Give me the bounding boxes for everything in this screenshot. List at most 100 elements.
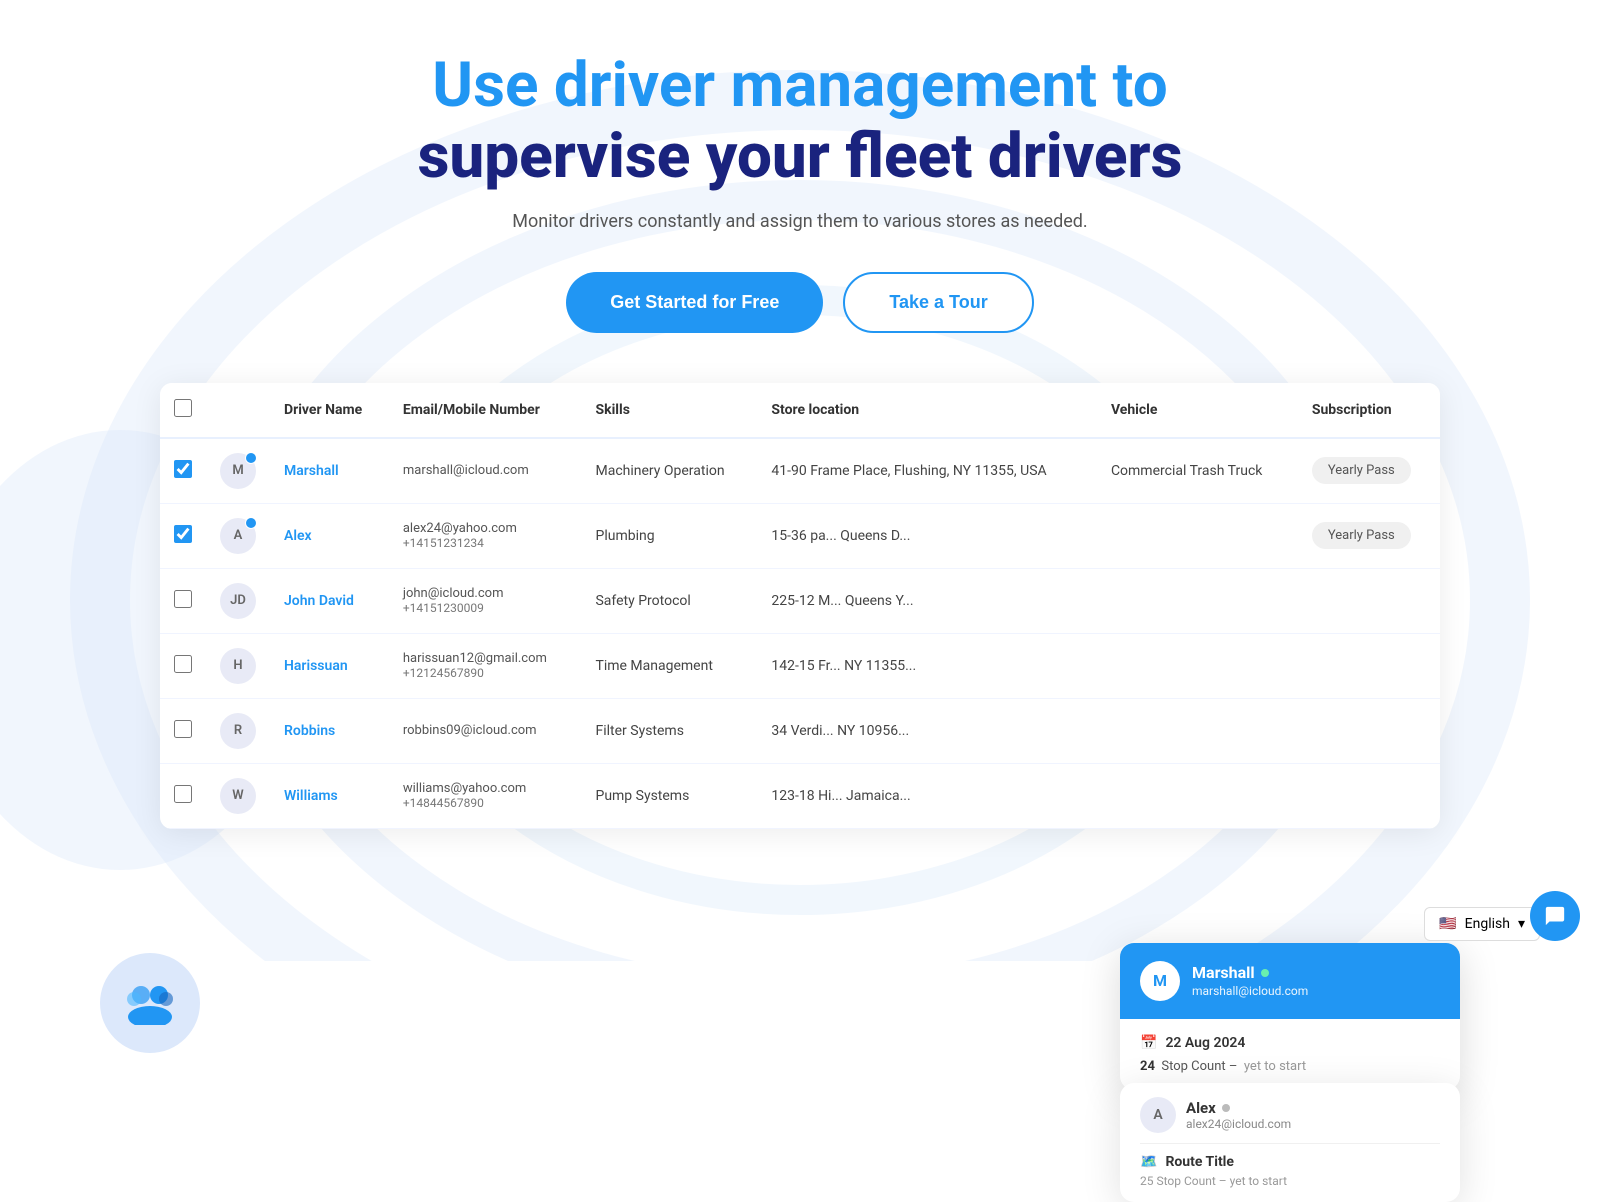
calendar-icon: 📅 [1140,1035,1157,1051]
table-header: Driver Name Email/Mobile Number Skills S… [160,383,1440,438]
row-vehicle-harissuan [1097,633,1298,698]
status-dot-gray [1222,1104,1230,1112]
row-store-williams: 123-18 Hi... Jamaica... [757,763,1097,828]
hero-buttons: Get Started for Free Take a Tour [20,272,1580,333]
row-checkbox-marshall[interactable] [174,460,192,478]
row-vehicle-robbins [1097,698,1298,763]
row-email-robbins: robbins09@icloud.com [389,698,582,763]
language-label: English [1465,916,1510,932]
flag-icon: 🇺🇸 [1439,916,1456,932]
avatar-williams: W [220,778,256,814]
row-store-johndavid: 225-12 M... Queens Y... [757,568,1097,633]
hero-subtitle: Monitor drivers constantly and assign th… [20,211,1580,232]
table-row: JD John David john@icloud.com +141512300… [160,568,1440,633]
drivers-icon [123,981,177,1025]
row-subscription-johndavid [1298,568,1440,633]
popup-route-title-text: Route Title [1165,1154,1234,1170]
row-skills-harissuan: Time Management [581,633,757,698]
row-store-marshall: 41-90 Frame Place, Flushing, NY 11355, U… [757,438,1097,504]
driver-icon-circle [100,953,200,1053]
row-email-harissuan: harissuan12@gmail.com +12124567890 [389,633,582,698]
header-store-location: Store location [757,383,1097,438]
header-checkbox-cell [160,383,206,438]
row-store-alex: 15-36 pa... Queens D... [757,503,1097,568]
avatar-johndavid: JD [220,583,256,619]
table-row: W Williams williams@yahoo.com +148445678… [160,763,1440,828]
table-body: M Marshall marshall@icloud.com Machinery… [160,438,1440,829]
row-skills-alex: Plumbing [581,503,757,568]
row-checkbox-cell [160,568,206,633]
popup-alex-email: alex24@icloud.com [1186,1117,1291,1131]
popup-marshall-email: marshall@icloud.com [1192,984,1308,998]
row-avatar-cell: M [206,438,270,504]
popup-status-text: yet to start [1244,1059,1306,1074]
header-avatar-cell [206,383,270,438]
row-store-robbins: 34 Verdi... NY 10956... [757,698,1097,763]
row-checkbox-johndavid[interactable] [174,590,192,608]
row-subscription-alex: Yearly Pass [1298,503,1440,568]
row-checkbox-cell [160,438,206,504]
row-name-robbins: Robbins [270,698,389,763]
popup-marshall: M Marshall marshall@icloud.com 📅 22 Aug … [1120,943,1460,1090]
row-skills-williams: Pump Systems [581,763,757,828]
row-checkbox-harissuan[interactable] [174,655,192,673]
row-checkbox-cell [160,503,206,568]
row-skills-johndavid: Safety Protocol [581,568,757,633]
avatar-harissuan: H [220,648,256,684]
row-store-harissuan: 142-15 Fr... NY 11355... [757,633,1097,698]
take-tour-button[interactable]: Take a Tour [843,272,1033,333]
avatar-alex: A [220,518,256,554]
header-skills: Skills [581,383,757,438]
popup-alex-avatar: A [1140,1097,1176,1133]
row-checkbox-cell [160,763,206,828]
popup-marshall-body: 📅 22 Aug 2024 24 Stop Count – yet to sta… [1120,1019,1460,1090]
row-checkbox-williams[interactable] [174,785,192,803]
row-email-johndavid: john@icloud.com +14151230009 [389,568,582,633]
driver-table: Driver Name Email/Mobile Number Skills S… [160,383,1440,829]
row-checkbox-cell [160,698,206,763]
header-email-mobile: Email/Mobile Number [389,383,582,438]
table-row: A Alex alex24@yahoo.com +14151231234 Plu… [160,503,1440,568]
header-driver-name: Driver Name [270,383,389,438]
row-skills-marshall: Machinery Operation [581,438,757,504]
popup-stop-row: 24 Stop Count – yet to start [1140,1059,1440,1074]
table-row: M Marshall marshall@icloud.com Machinery… [160,438,1440,504]
hero-title-line2: supervise your fleet drivers [20,121,1580,192]
row-vehicle-marshall: Commercial Trash Truck [1097,438,1298,504]
popup-route-title: 🗺️ Route Title [1140,1154,1440,1170]
row-email-alex: alex24@yahoo.com +14151231234 [389,503,582,568]
row-checkbox-cell [160,633,206,698]
avatar-robbins: R [220,713,256,749]
row-vehicle-williams [1097,763,1298,828]
popup-marshall-avatar: M [1140,961,1180,1001]
row-subscription-harissuan [1298,633,1440,698]
row-name-johndavid: John David [270,568,389,633]
row-checkbox-alex[interactable] [174,525,192,543]
popup-stop-label: Stop Count [1161,1059,1225,1074]
driver-table-wrapper: Driver Name Email/Mobile Number Skills S… [160,383,1440,829]
row-name-alex: Alex [270,503,389,568]
row-email-williams: williams@yahoo.com +14844567890 [389,763,582,828]
header-subscription: Subscription [1298,383,1440,438]
avatar-marshall: M [220,453,256,489]
table-row: H Harissuan harissuan12@gmail.com +12124… [160,633,1440,698]
popup-route-sub: 25 Stop Count – yet to start [1140,1174,1440,1188]
row-email-marshall: marshall@icloud.com [389,438,582,504]
select-all-checkbox[interactable] [174,399,192,417]
get-started-button[interactable]: Get Started for Free [566,272,823,333]
popup-alex: A Alex alex24@icloud.com 🗺️ Route Title … [1120,1083,1460,1202]
status-dot [1261,969,1269,977]
row-checkbox-robbins[interactable] [174,720,192,738]
popup-date-row: 📅 22 Aug 2024 [1140,1035,1440,1051]
row-vehicle-johndavid [1097,568,1298,633]
language-selector[interactable]: 🇺🇸 English ▾ [1424,907,1540,941]
row-avatar-cell: A [206,503,270,568]
popup-marshall-header: M Marshall marshall@icloud.com [1120,943,1460,1019]
popup-date: 22 Aug 2024 [1165,1035,1245,1051]
popup-route-section: 🗺️ Route Title 25 Stop Count – yet to st… [1140,1143,1440,1188]
row-skills-robbins: Filter Systems [581,698,757,763]
row-avatar-cell: JD [206,568,270,633]
chat-bubble-button[interactable] [1530,891,1580,941]
row-name-marshall: Marshall [270,438,389,504]
row-avatar-cell: H [206,633,270,698]
